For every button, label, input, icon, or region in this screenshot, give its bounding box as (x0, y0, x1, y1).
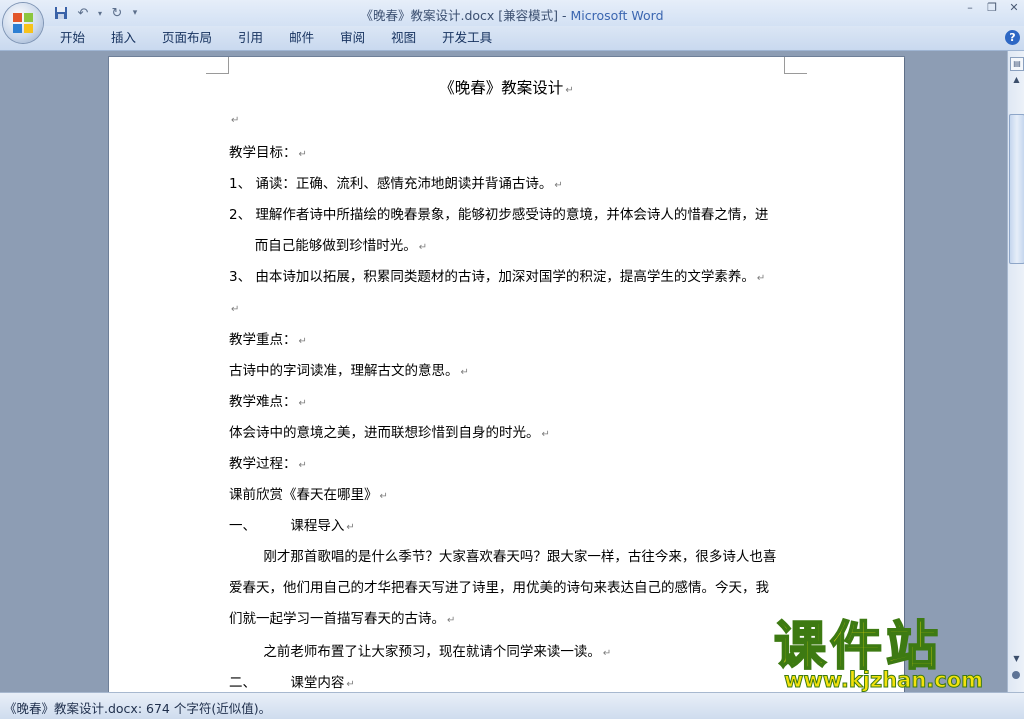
tab-page-layout[interactable]: 页面布局 (149, 26, 225, 50)
close-icon[interactable]: ✕ (1008, 2, 1020, 14)
paragraph[interactable]: 课前欣赏《春天在哪里》 ↵ (229, 486, 388, 506)
paragraph-text: 二、 课堂内容 (229, 675, 345, 691)
paragraph[interactable]: 古诗中的字词读准，理解古文的意思。 ↵ (229, 362, 469, 382)
paragraph-mark: ↵ (298, 336, 307, 347)
document-page[interactable]: 《晚春》教案设计 ↵ ↵ 教学目标： ↵ 1、 诵读：正确、流利、感情充沛地朗读并背… (109, 57, 904, 692)
app-name: Microsoft Word (570, 8, 664, 23)
paragraph[interactable]: 1、 诵读：正确、流利、感情充沛地朗读并背诵古诗。 ↵ (229, 175, 563, 195)
document-name: 《晚春》教案设计.docx [兼容模式] (360, 8, 559, 23)
paragraph-text: 一、 课程导入 (229, 518, 345, 534)
status-bar: 《晚春》教案设计.docx: 674 个字符(近似值)。 (0, 692, 1024, 719)
crop-mark-top-left (206, 57, 229, 74)
paragraph-mark: ↵ (447, 615, 456, 626)
heading-text: 《晚春》教案设计 (439, 79, 564, 97)
paragraph[interactable]: 2、 理解作者诗中所描绘的晚春景象，能够初步感受诗的意境，并体会诗人的惜春之情，… (229, 206, 768, 224)
paragraph[interactable]: 3、 由本诗加以拓展，积累同类题材的古诗，加深对国学的积淀，提高学生的文学素养。… (229, 268, 765, 288)
paragraph-mark: ↵ (298, 149, 307, 160)
view-ruler-icon[interactable]: ▤ (1010, 57, 1024, 71)
tab-references[interactable]: 引用 (225, 26, 276, 50)
help-icon[interactable]: ? (1005, 30, 1020, 45)
paragraph-text: 2、 理解作者诗中所描绘的晚春景象，能够初步感受诗的意境，并体会诗人的惜春之情，… (229, 207, 769, 223)
tab-developer[interactable]: 开发工具 (429, 26, 505, 50)
ribbon-tabs: 开始 插入 页面布局 引用 邮件 审阅 视图 开发工具 (47, 26, 505, 50)
paragraph[interactable]: 体会诗中的意境之美，进而联想珍惜到自身的时光。 ↵ (229, 424, 550, 444)
paragraph[interactable]: 们就一起学习一首描写春天的古诗。 ↵ (229, 610, 455, 630)
paragraph-mark: ↵ (554, 180, 563, 191)
document-workspace: 《晚春》教案设计 ↵ ↵ 教学目标： ↵ 1、 诵读：正确、流利、感情充沛地朗读并背… (0, 51, 1007, 692)
paragraph[interactable]: 教学目标： ↵ (229, 144, 307, 164)
office-logo-icon (13, 13, 33, 33)
paragraph[interactable]: 一、 课程导入 ↵ (229, 517, 355, 537)
window-title: 《晚春》教案设计.docx [兼容模式] - Microsoft Word (0, 5, 1024, 24)
paragraph-text: 们就一起学习一首描写春天的古诗。 (229, 611, 445, 627)
paragraph-mark: ↵ (346, 679, 355, 690)
title-bar: ↶ ▾ ↻ ▾ 《晚春》教案设计.docx [兼容模式] - Microsoft… (0, 0, 1024, 26)
paragraph[interactable]: 之前老师布置了让大家预习，现在就请个同学来读一读。 ↵ (229, 643, 611, 663)
paragraph[interactable]: ↵ (229, 110, 239, 130)
paragraph-mark: ↵ (565, 85, 574, 96)
paragraph-mark: ↵ (756, 273, 766, 284)
paragraph[interactable]: 教学过程： ↵ (229, 455, 307, 475)
restore-icon[interactable]: ❐ (986, 2, 998, 14)
paragraph-text: 爱春天，他们用自己的才华把春天写进了诗里，用优美的诗句来表达自己的感情。今天，我 (229, 580, 769, 596)
scrollbar-thumb[interactable] (1009, 114, 1024, 264)
paragraph-mark: ↵ (602, 648, 612, 659)
paragraph[interactable]: 爱春天，他们用自己的才华把春天写进了诗里，用优美的诗句来表达自己的感情。今天，我 (229, 579, 769, 597)
crop-mark-top-right (784, 57, 807, 74)
tab-insert[interactable]: 插入 (98, 26, 149, 50)
select-browse-object-icon[interactable] (1012, 671, 1020, 679)
paragraph-text: 课前欣赏《春天在哪里》 (229, 487, 378, 503)
paragraph-text: 而自己能够做到珍惜时光。 (229, 238, 417, 254)
paragraph[interactable]: 而自己能够做到珍惜时光。 ↵ (229, 237, 427, 257)
paragraph-text: 3、 由本诗加以拓展，积累同类题材的古诗，加深对国学的积淀，提高学生的文学素养。 (229, 269, 755, 285)
status-text: 《晚春》教案设计.docx: 674 个字符(近似值)。 (4, 701, 272, 716)
paragraph-mark: ↵ (231, 115, 240, 126)
tab-review[interactable]: 审阅 (327, 26, 378, 50)
paragraph-text: 之前老师布置了让大家预习，现在就请个同学来读一读。 (229, 644, 601, 660)
paragraph-text: 刚才那首歌唱的是什么季节？大家喜欢春天吗？跟大家一样，古往今来，很多诗人也喜 (229, 549, 777, 565)
paragraph-mark: ↵ (541, 429, 550, 440)
watermark-url: www.kjzhan.com (783, 668, 984, 693)
office-button[interactable] (3, 3, 43, 43)
paragraph-text: 教学重点： (229, 332, 297, 348)
paragraph-mark: ↵ (231, 304, 240, 315)
tab-mailings[interactable]: 邮件 (276, 26, 327, 50)
vertical-scrollbar[interactable]: ▤ ▲ ▼ (1007, 51, 1024, 692)
paragraph-mark: ↵ (346, 522, 355, 533)
minimize-icon[interactable]: – (964, 2, 976, 14)
paragraph-mark: ↵ (379, 491, 388, 502)
paragraph[interactable]: 二、 课堂内容 ↵ (229, 674, 355, 692)
tab-home[interactable]: 开始 (47, 26, 98, 50)
paragraph-text: 体会诗中的意境之美，进而联想珍惜到自身的时光。 (229, 425, 540, 441)
paragraph-text: 教学目标： (229, 145, 297, 161)
paragraph-mark: ↵ (298, 460, 307, 471)
paragraph[interactable]: 教学难点： ↵ (229, 393, 307, 413)
paragraph[interactable]: ↵ (229, 299, 239, 319)
scroll-up-icon[interactable]: ▲ (1010, 73, 1023, 87)
paragraph-text: 1、 诵读：正确、流利、感情充沛地朗读并背诵古诗。 (229, 176, 553, 192)
paragraph-text: 教学难点： (229, 394, 297, 410)
paragraph[interactable]: 刚才那首歌唱的是什么季节？大家喜欢春天吗？跟大家一样，古往今来，很多诗人也喜 (229, 548, 776, 566)
tab-view[interactable]: 视图 (378, 26, 429, 50)
document-heading[interactable]: 《晚春》教案设计 ↵ (109, 79, 904, 100)
title-separator: - (558, 8, 571, 23)
paragraph-mark: ↵ (460, 367, 469, 378)
paragraph[interactable]: 教学重点： ↵ (229, 331, 307, 351)
ribbon-tab-bar: 开始 插入 页面布局 引用 邮件 审阅 视图 开发工具 ? (0, 26, 1024, 51)
paragraph-text: 教学过程： (229, 456, 297, 472)
site-watermark: 课件站 www.kjzhan.com (770, 617, 1010, 693)
paragraph-mark: ↵ (298, 398, 307, 409)
paragraph-mark: ↵ (418, 242, 428, 253)
scroll-down-icon[interactable]: ▼ (1010, 654, 1023, 666)
paragraph-text: 古诗中的字词读准，理解古文的意思。 (229, 363, 459, 379)
window-controls: – ❐ ✕ (964, 2, 1020, 14)
